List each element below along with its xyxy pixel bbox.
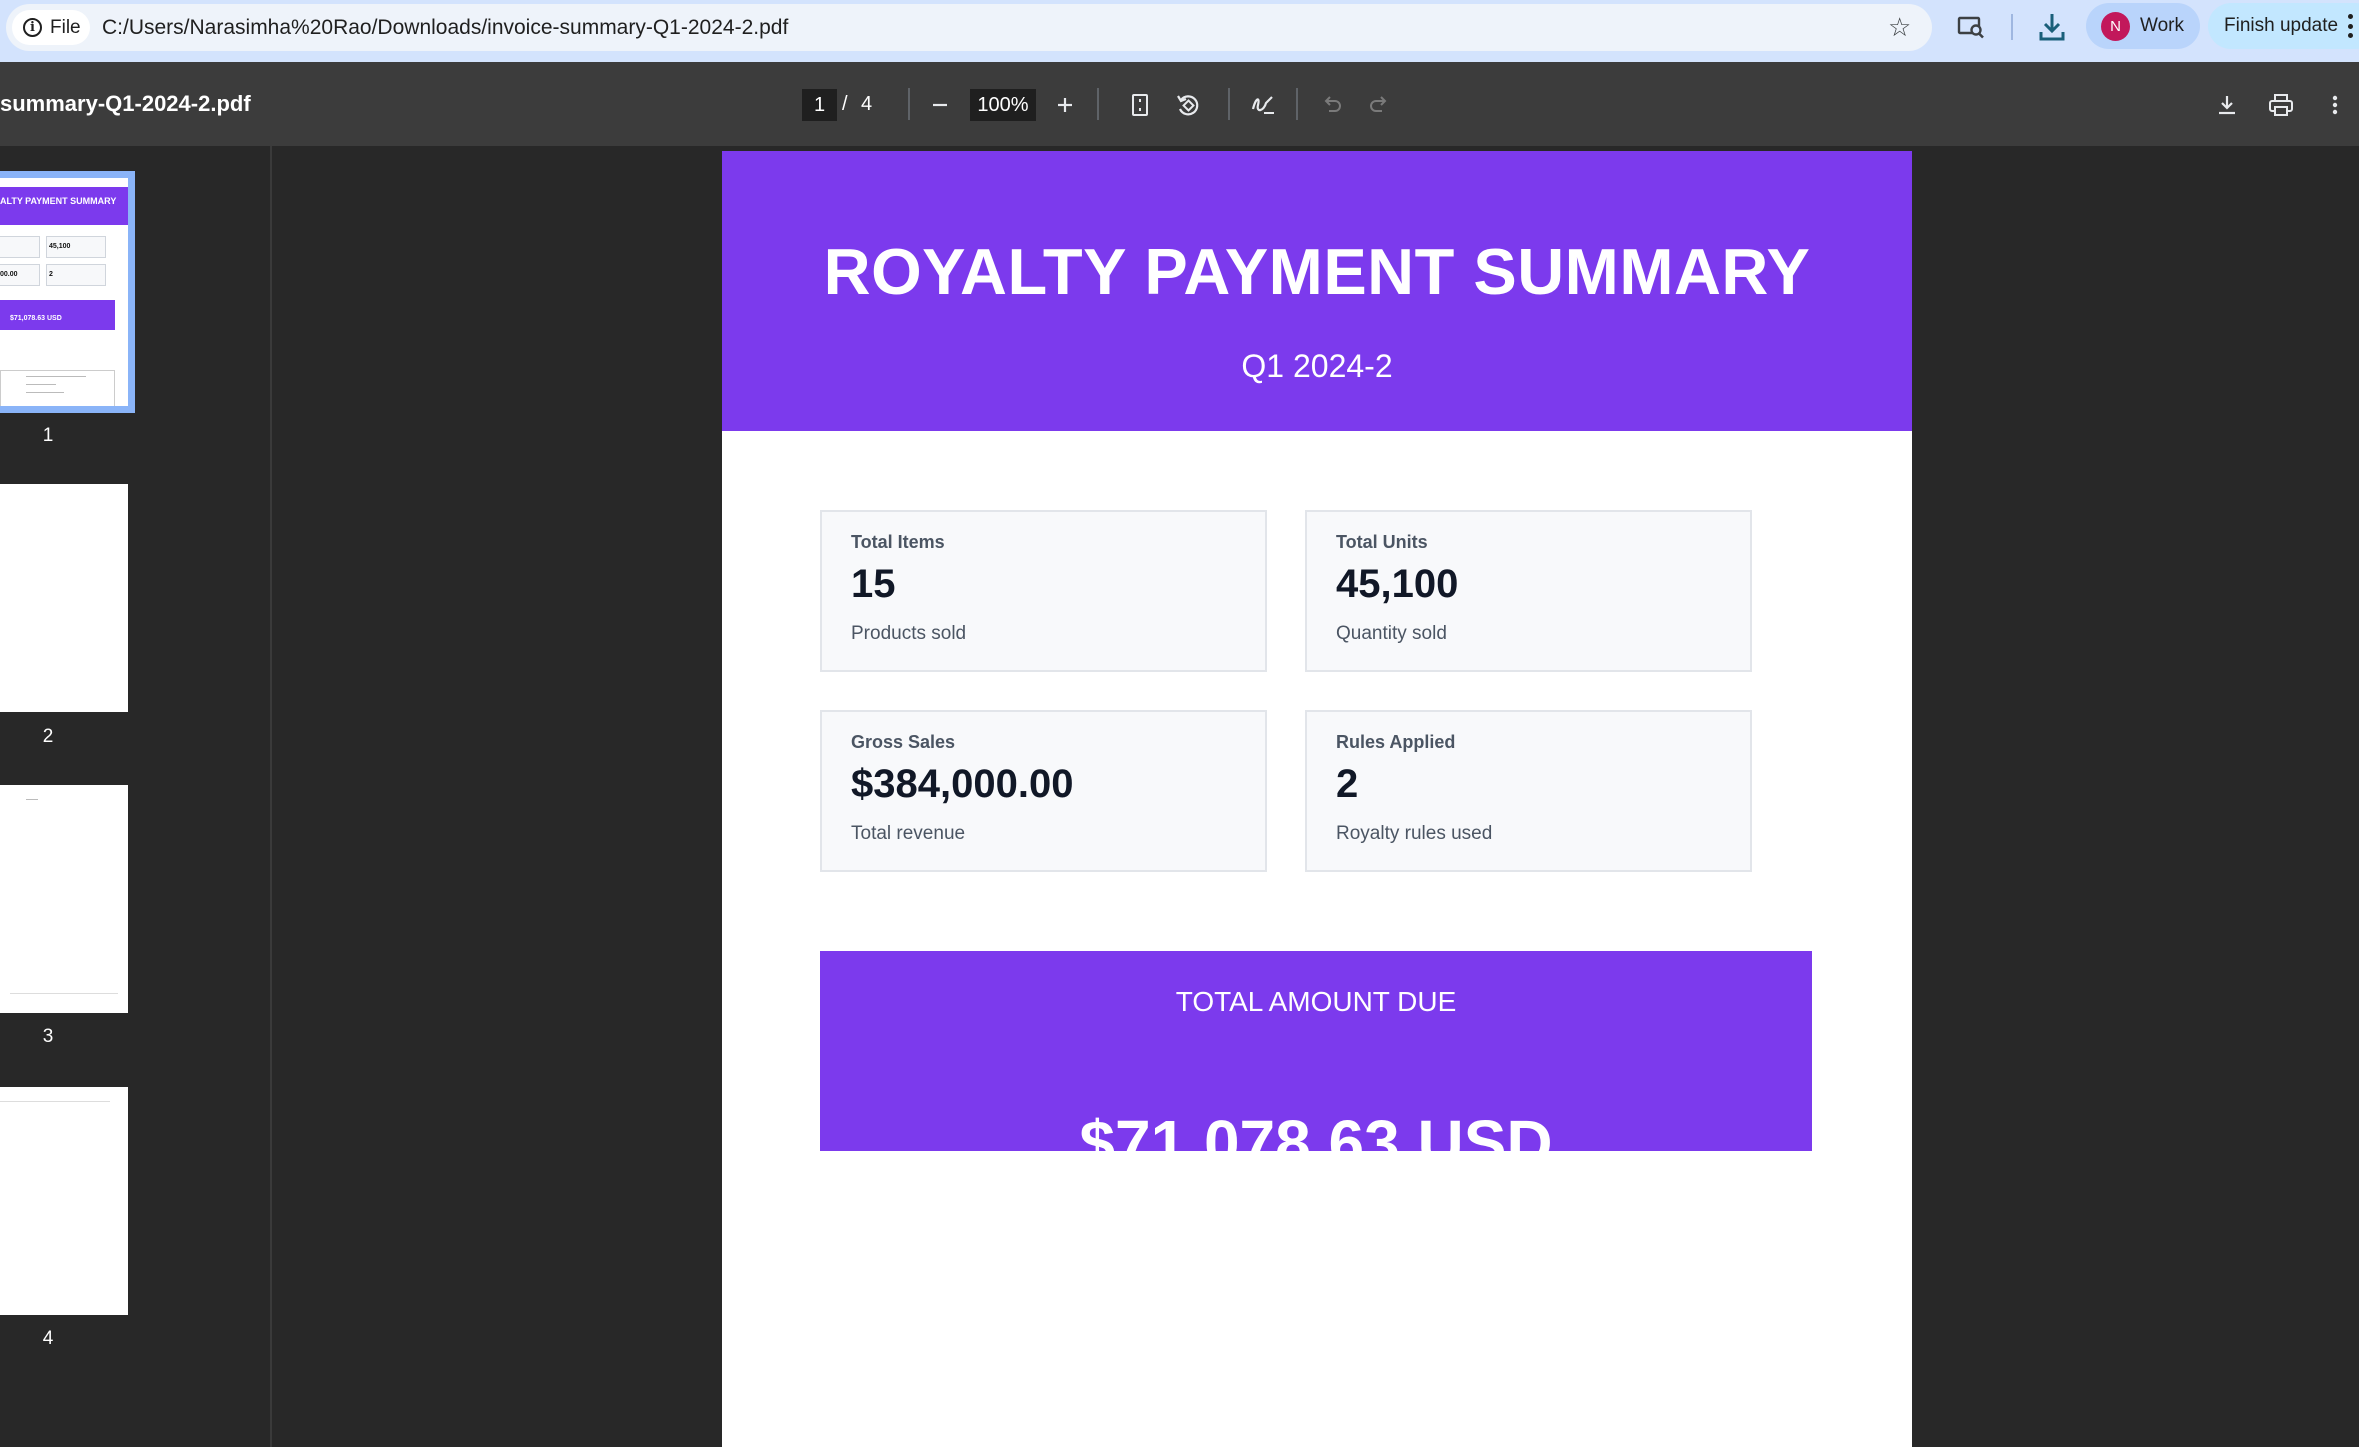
thumbnail-label-1: 1 [42,425,54,446]
stat-value: 2 [1336,762,1359,806]
url-text[interactable]: C:/Users/Narasimha%20Rao/Downloads/invoi… [102,16,788,40]
zoom-out-button[interactable] [924,89,956,121]
rotate-icon[interactable] [1172,89,1204,121]
page-number-input[interactable]: 1 [802,89,837,121]
stat-card-rules-applied: Rules Applied 2 Royalty rules used [1305,710,1752,872]
page-total: 4 [861,93,873,115]
undo-icon[interactable] [1316,89,1348,121]
stat-card-total-items: Total Items 15 Products sold [820,510,1267,672]
total-due-amount: $71,078.63 USD [1079,1107,1553,1151]
document-viewer[interactable]: ROYALTY PAYMENT SUMMARY Q1 2024-2 Total … [274,146,2359,1447]
stat-note: Quantity sold [1336,623,1447,644]
stat-label: Rules Applied [1336,732,1456,752]
thumb-total-value: $71,078.63 USD [10,315,62,322]
toolbar-divider [908,88,910,120]
stat-value: 45,100 [1336,562,1459,606]
toolbar-divider [1228,88,1230,120]
stat-note: Products sold [851,623,967,644]
google-lens-icon[interactable] [1956,12,1986,42]
report-header: ROYALTY PAYMENT SUMMARY Q1 2024-2 [722,151,1912,431]
stat-label: Total Items [851,532,945,552]
thumbnail-sidebar: ALTY PAYMENT SUMMARY 45,100 00.00 2 $71,… [0,146,272,1447]
thumb-card [46,264,106,286]
report-period: Q1 2024-2 [1241,348,1393,384]
thumb-title: ALTY PAYMENT SUMMARY [0,196,117,206]
thumb-text-line [26,799,38,800]
omnibox[interactable]: i File C:/Users/Narasimha%20Rao/Download… [6,4,1932,51]
stat-label: Total Units [1336,532,1428,552]
browser-toolbar: i File C:/Users/Narasimha%20Rao/Download… [0,0,2359,62]
more-actions-icon[interactable] [2319,89,2351,121]
stat-value: 15 [851,562,896,606]
stat-note: Total revenue [851,823,966,844]
finish-update-button[interactable]: Finish update [2208,3,2359,49]
page-separator: / [842,93,848,115]
thumb-card [0,236,40,258]
profile-name: Work [2140,15,2184,36]
page-thumbnail-1[interactable]: ALTY PAYMENT SUMMARY 45,100 00.00 2 $71,… [0,171,135,413]
thumb-text-line [26,384,56,385]
stat-value: $384,000.00 [851,762,1074,806]
scheme-label: File [50,16,81,38]
thumbnail-label-3: 3 [42,1026,54,1047]
total-due-label: TOTAL AMOUNT DUE [1175,986,1457,1017]
bookmark-star-icon[interactable]: ☆ [1888,14,1911,40]
thumb-card-value: 00.00 [0,271,18,278]
avatar: N [2101,11,2130,41]
report-title: ROYALTY PAYMENT SUMMARY [823,235,1811,308]
print-icon[interactable] [2265,89,2297,121]
thumb-text-line [0,1101,110,1102]
downloads-icon[interactable] [2037,12,2067,42]
site-info-chip[interactable]: i File [12,10,90,45]
thumb-header [0,187,128,225]
stat-card-gross-sales: Gross Sales $384,000.00 Total revenue [820,710,1267,872]
redo-icon[interactable] [1363,89,1395,121]
stat-label: Gross Sales [851,732,956,752]
toolbar-divider [2011,14,2013,40]
stat-card-total-units: Total Units 45,100 Quantity sold [1305,510,1752,672]
fit-page-icon[interactable] [1124,89,1156,121]
info-icon: i [23,18,42,37]
page-thumbnail-3[interactable] [0,785,128,1013]
thumb-card-value: 2 [49,271,53,278]
download-icon[interactable] [2211,89,2243,121]
thumb-text-line [26,392,64,393]
toolbar-divider [1296,88,1298,120]
zoom-in-button[interactable] [1049,89,1081,121]
browser-menu-icon[interactable] [2347,14,2353,38]
thumbnail-label-2: 2 [42,726,54,747]
annotate-icon[interactable] [1247,89,1279,121]
page-thumbnail-4[interactable] [0,1087,128,1315]
thumb-text-line [26,376,86,377]
zoom-level-input[interactable]: 100% [970,89,1036,121]
thumb-text-line [10,993,118,994]
thumb-card-value: 45,100 [49,243,71,250]
pdf-toolbar: summary-Q1-2024-2.pdf 1 / 4 100% [0,62,2359,146]
page-thumbnail-2[interactable] [0,484,128,712]
document-title: summary-Q1-2024-2.pdf [0,91,251,116]
thumbnail-label-4: 4 [42,1328,54,1349]
pdf-page-1: ROYALTY PAYMENT SUMMARY Q1 2024-2 Total … [722,151,1912,1447]
total-amount-due-panel: TOTAL AMOUNT DUE $71,078.63 USD [820,951,1812,1151]
profile-button[interactable]: N Work [2086,3,2200,49]
toolbar-divider [1097,88,1099,120]
stat-note: Royalty rules used [1336,823,1493,844]
